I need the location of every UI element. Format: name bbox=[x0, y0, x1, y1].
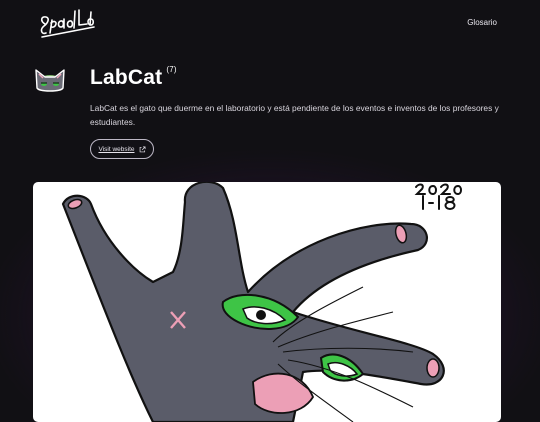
external-link-icon bbox=[139, 146, 145, 152]
logo-wordmark bbox=[40, 9, 95, 38]
visit-website-label: Visit website bbox=[98, 145, 135, 153]
labcat-icon bbox=[33, 66, 67, 94]
visit-website-button[interactable]: Visit website bbox=[90, 139, 154, 159]
page-title: LabCat (7) bbox=[90, 65, 177, 90]
entry-count: (7) bbox=[166, 65, 177, 74]
labcat-illustration bbox=[33, 182, 501, 422]
site-logo[interactable] bbox=[36, 6, 100, 44]
labcat-drawing bbox=[61, 182, 462, 422]
nav-link-glosario[interactable]: Glosario bbox=[467, 18, 497, 27]
title-text: LabCat bbox=[90, 66, 163, 89]
page-description: LabCat es el gato que duerme en el labor… bbox=[90, 103, 499, 127]
